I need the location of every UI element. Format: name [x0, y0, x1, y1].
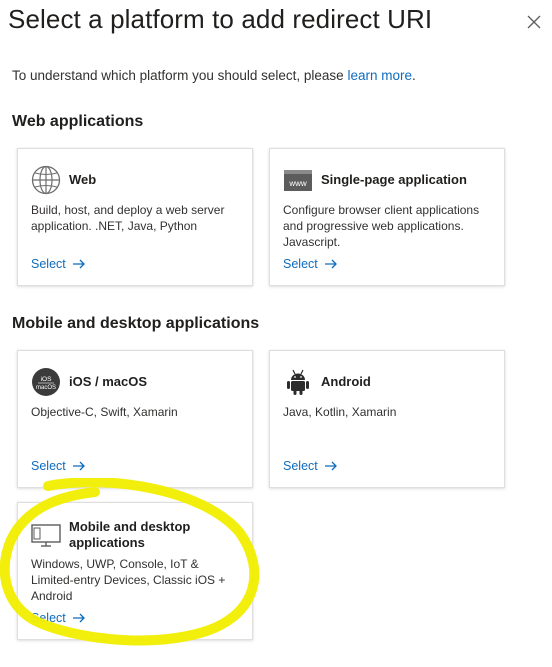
globe-icon — [31, 165, 61, 195]
arrow-right-icon — [324, 461, 337, 471]
learn-more-link[interactable]: learn more — [347, 68, 412, 83]
select-desktop-button[interactable]: Select — [31, 611, 86, 625]
platform-card-web[interactable]: Web Build, host, and deploy a web server… — [17, 148, 253, 286]
android-icon — [287, 369, 309, 395]
arrow-right-icon — [72, 613, 85, 623]
card-description: Objective-C, Swift, Xamarin — [31, 405, 178, 419]
arrow-right-icon — [72, 461, 85, 471]
arrow-right-icon — [324, 259, 337, 269]
section-mobile-desktop-applications: Mobile and desktop applications — [12, 315, 260, 332]
arrow-right-icon — [72, 259, 85, 269]
intro-text: To understand which platform you should … — [12, 68, 416, 83]
card-description: Build, host, and deploy a web server app… — [31, 203, 225, 233]
card-title: Mobile and desktop applications — [69, 519, 191, 550]
card-title: Android — [321, 374, 371, 389]
platform-card-android[interactable]: Android Java, Kotlin, Xamarin Select — [269, 350, 505, 488]
card-title: Web — [69, 172, 97, 187]
ios-macos-icon: iOS macOS — [32, 368, 60, 396]
platform-card-ios-macos[interactable]: iOS macOS iOS / macOS Objective-C, Swift… — [17, 350, 253, 488]
section-web-applications: Web applications — [12, 113, 144, 130]
svg-text:macOS: macOS — [36, 385, 56, 391]
www-browser-icon: www — [284, 170, 312, 191]
card-description: Windows, UWP, Console, IoT & Limited-ent… — [31, 557, 226, 603]
dialog-title: Select a platform to add redirect URI — [8, 4, 433, 34]
card-description: Java, Kotlin, Xamarin — [283, 405, 397, 419]
platform-card-mobile-desktop[interactable]: Mobile and desktop applications Windows,… — [17, 502, 253, 640]
close-icon[interactable] — [524, 12, 544, 32]
platform-card-single-page-application[interactable]: www Single-page application Configure br… — [269, 148, 505, 286]
select-ios-button[interactable]: Select — [31, 459, 86, 473]
card-description: Configure browser client applications an… — [283, 203, 480, 249]
desktop-monitor-icon — [31, 524, 61, 547]
select-android-button[interactable]: Select — [283, 459, 338, 473]
card-title: Single-page application — [321, 172, 467, 187]
select-spa-button[interactable]: Select — [283, 257, 338, 271]
select-web-button[interactable]: Select — [31, 257, 86, 271]
card-title: iOS / macOS — [69, 374, 148, 389]
svg-text:www: www — [288, 179, 307, 188]
svg-text:iOS: iOS — [41, 376, 53, 383]
